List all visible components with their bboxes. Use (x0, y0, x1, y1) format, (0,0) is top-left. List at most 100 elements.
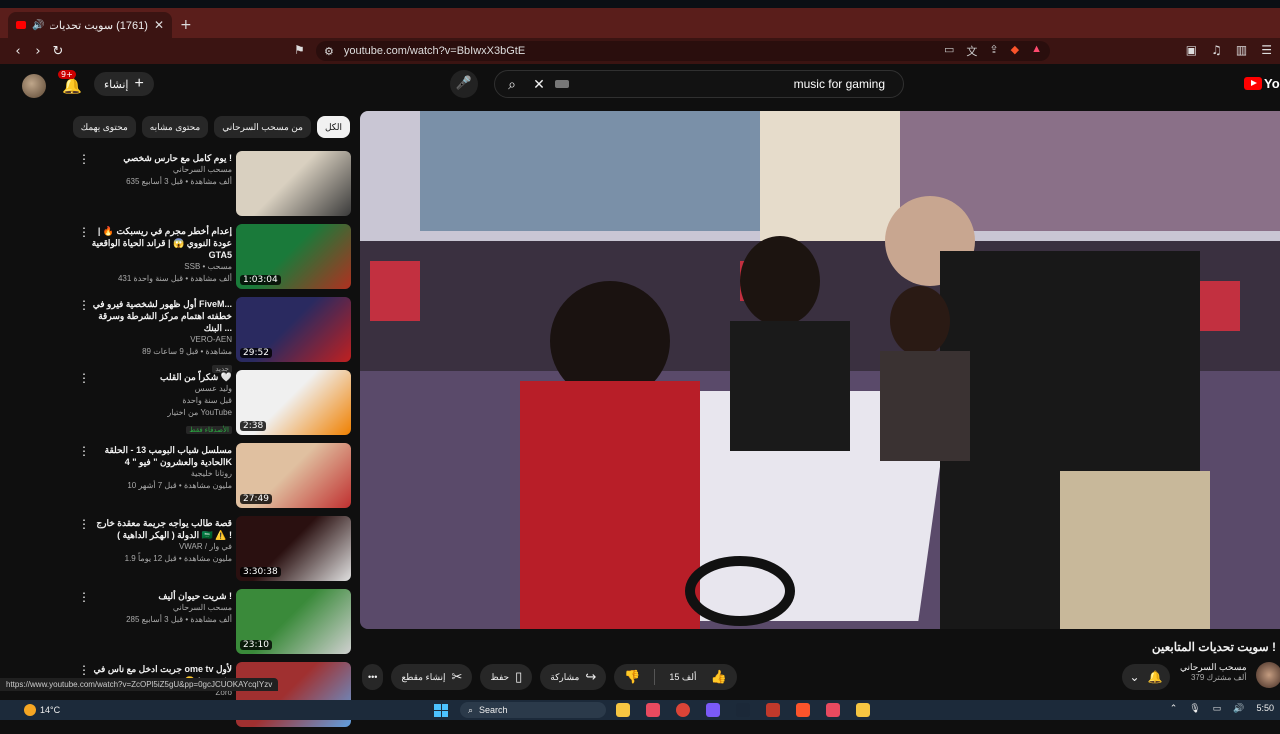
keyboard-icon[interactable] (555, 80, 569, 88)
network-icon[interactable]: ▭ (1213, 703, 1222, 714)
site-info-icon[interactable]: ⚙ (324, 45, 334, 58)
video-player[interactable] (360, 111, 1280, 629)
menu-icon[interactable]: ☰ (1261, 43, 1272, 57)
bookmark-icon[interactable]: ⚑ (294, 43, 305, 57)
subscribe-bell-button[interactable]: ⌄ 🔔 (1122, 664, 1170, 690)
notification-badge: 9+ (58, 70, 76, 79)
video-title[interactable]: شكراً من القلب 🤍 (84, 371, 232, 383)
list-item[interactable]: 1:03:04 ⋮ إعدام أخطر مجرم في ريسبكت 🔥 | عو… (4, 223, 354, 293)
channel-name[interactable]: مسحب السرحاني (84, 164, 232, 176)
discord-icon[interactable] (706, 703, 720, 717)
video-thumbnail[interactable]: 3:30:38 (236, 516, 351, 581)
chip-from-channel[interactable]: من مسحب السرحاني (214, 116, 311, 138)
like-count[interactable]: 15 ألف (669, 672, 696, 683)
speaker-icon[interactable]: 🔊 (32, 20, 44, 31)
cast-icon[interactable]: ▭ (944, 43, 954, 59)
channel-name[interactable]: VERO-AEN (84, 334, 232, 346)
steam-icon[interactable] (736, 703, 750, 717)
create-button[interactable]: إنشاء + (94, 72, 154, 96)
more-actions-button[interactable]: ••• (362, 664, 384, 690)
channel-name[interactable]: روتانا خليجية (84, 468, 232, 480)
channel-name[interactable]: مسحب السرحاني (84, 602, 232, 614)
video-thumbnail[interactable]: 2:38 (236, 370, 351, 435)
save-label: حفظ (490, 671, 510, 682)
video-thumbnail[interactable]: 27:49 (236, 443, 351, 508)
search-box: ⌕ ✕ (494, 70, 904, 98)
clip-button[interactable]: إنشاء مقطع ✂ (391, 664, 473, 690)
share-button[interactable]: مشاركة ↪ (540, 664, 607, 690)
app-icon[interactable] (646, 703, 660, 717)
bell-icon: 🔔 (1147, 670, 1163, 684)
video-title[interactable]: قصة طالب يواجه جريمة معقدة خارج الدولة (… (84, 517, 232, 541)
video-title[interactable]: إعدام أخطر مجرم في ريسبكت 🔥 | عودة النوو… (84, 225, 232, 261)
video-title[interactable]: شريت حيوان أليف ! (84, 590, 232, 602)
channel-name[interactable]: SSB • مسحب (84, 261, 232, 273)
youtube-header: 🔔 9+ إنشاء + 🎤 ⌕ ✕ You (0, 64, 1280, 106)
share-icon[interactable]: ⇪ (989, 43, 998, 59)
rewards-icon[interactable]: ▲ (1031, 43, 1042, 59)
list-item[interactable]: 29:52 ⋮ أول ظهور لشخصية فيرو في FiveM... خ… (4, 296, 354, 373)
search-icon[interactable]: ⌕ (495, 76, 529, 93)
wallet-icon[interactable]: ▣ (1186, 43, 1197, 57)
temperature: 14°C (40, 705, 61, 715)
app-icon[interactable] (826, 703, 840, 717)
search-input[interactable] (685, 77, 885, 91)
video-thumbnail[interactable]: 23:10 (236, 589, 351, 654)
active-tab[interactable]: 🔊 (1761) سويت تحديات المتابعين ✕ (8, 12, 172, 38)
channel-info[interactable]: مسحب السرحاني 379 ألف مشترك (1180, 662, 1247, 682)
playlist-icon[interactable]: ♫ (1211, 43, 1222, 57)
create-label: إنشاء (104, 78, 129, 91)
forward-icon[interactable]: › (28, 44, 48, 59)
channel-name[interactable]: VWAR / في وار (84, 541, 232, 553)
volume-icon[interactable]: 🔊 (1233, 703, 1244, 714)
app-icon[interactable] (856, 703, 870, 717)
clock[interactable]: 5:50 (1256, 703, 1274, 714)
file-explorer-icon[interactable] (616, 703, 630, 717)
video-thumbnail[interactable] (236, 151, 351, 216)
save-button[interactable]: حفظ ▯ (480, 664, 533, 690)
video-title[interactable]: يوم كامل مع حارس شخصي ! (84, 152, 232, 164)
brave-shield-icon[interactable]: ◆ (1011, 43, 1019, 59)
taskbar-search-label: Search (479, 705, 508, 715)
mic-tray-icon[interactable]: 🎙 (1189, 703, 1200, 714)
close-tab-icon[interactable]: ✕ (154, 18, 164, 32)
channel-name[interactable]: مسحب السرحاني (1180, 662, 1247, 673)
weather-widget[interactable]: 14°C (24, 704, 60, 716)
back-icon[interactable]: ‹ (8, 44, 28, 59)
translate-icon[interactable]: 文 (966, 43, 977, 59)
brave-icon[interactable] (796, 703, 810, 717)
chip-for-you[interactable]: محتوى يهمك (72, 116, 136, 138)
like-icon[interactable]: 👍 (710, 669, 726, 685)
youtube-play-icon (1244, 77, 1262, 90)
weather-icon (24, 704, 36, 716)
windows-start-icon[interactable] (434, 704, 448, 717)
sidebar-icon[interactable]: ▥ (1236, 43, 1247, 57)
video-title[interactable]: أول ظهور لشخصية فيرو في FiveM... خطفته ا… (84, 298, 232, 334)
list-item[interactable]: 3:30:38 ⋮ قصة طالب يواجه جريمة معقدة خارج … (4, 515, 354, 585)
url-field[interactable]: ⚙ youtube.com/watch?v=BbIwxX3bGtE ▭ 文 ⇪ … (316, 41, 1050, 61)
channel-avatar[interactable] (1256, 662, 1280, 688)
video-thumbnail[interactable]: 29:52 (236, 297, 351, 362)
app-icon[interactable] (766, 703, 780, 717)
list-item[interactable]: ⋮ يوم كامل مع حارس شخصي ! مسحب السرحاني 635… (4, 150, 354, 220)
list-item[interactable]: 27:49 ⋮ مسلسل شباب البومب 13 - الحلقة الحا… (4, 442, 354, 512)
reload-icon[interactable]: ↻ (48, 44, 68, 59)
dislike-icon[interactable]: 👎 (624, 669, 640, 685)
chrome-icon[interactable] (676, 703, 690, 717)
list-item[interactable]: 23:10 ⋮ شريت حيوان أليف ! مسحب السرحاني 285 … (4, 588, 354, 658)
video-title[interactable]: مسلسل شباب البومب 13 - الحلقة الحادية وا… (84, 444, 232, 468)
list-item[interactable]: ⋮جربت ادخل مع ناس في ome tv لأول مره 😂 |… (4, 661, 354, 731)
taskbar-search[interactable]: ⌕ Search (460, 702, 606, 718)
clear-search-icon[interactable]: ✕ (529, 76, 549, 93)
channel-name[interactable]: وليد عسس (84, 383, 232, 395)
chevron-up-icon[interactable]: ⌃ (1170, 703, 1178, 714)
windows-taskbar: 14°C ⌕ Search ⌃ 🎙 ▭ 🔊 5:50 (0, 700, 1280, 720)
avatar[interactable] (22, 74, 46, 98)
youtube-logo[interactable]: You (1244, 76, 1280, 91)
list-item[interactable]: 2:38 ⋮ شكراً من القلب 🤍 وليد عسس قبل سنة واح… (4, 369, 354, 439)
new-tab-icon[interactable]: + (180, 17, 192, 33)
chip-all[interactable]: الكل (316, 116, 350, 138)
chip-related[interactable]: محتوى مشابه (141, 116, 209, 138)
voice-search-icon[interactable]: 🎤 (450, 70, 478, 98)
video-thumbnail[interactable]: 1:03:04 (236, 224, 351, 289)
